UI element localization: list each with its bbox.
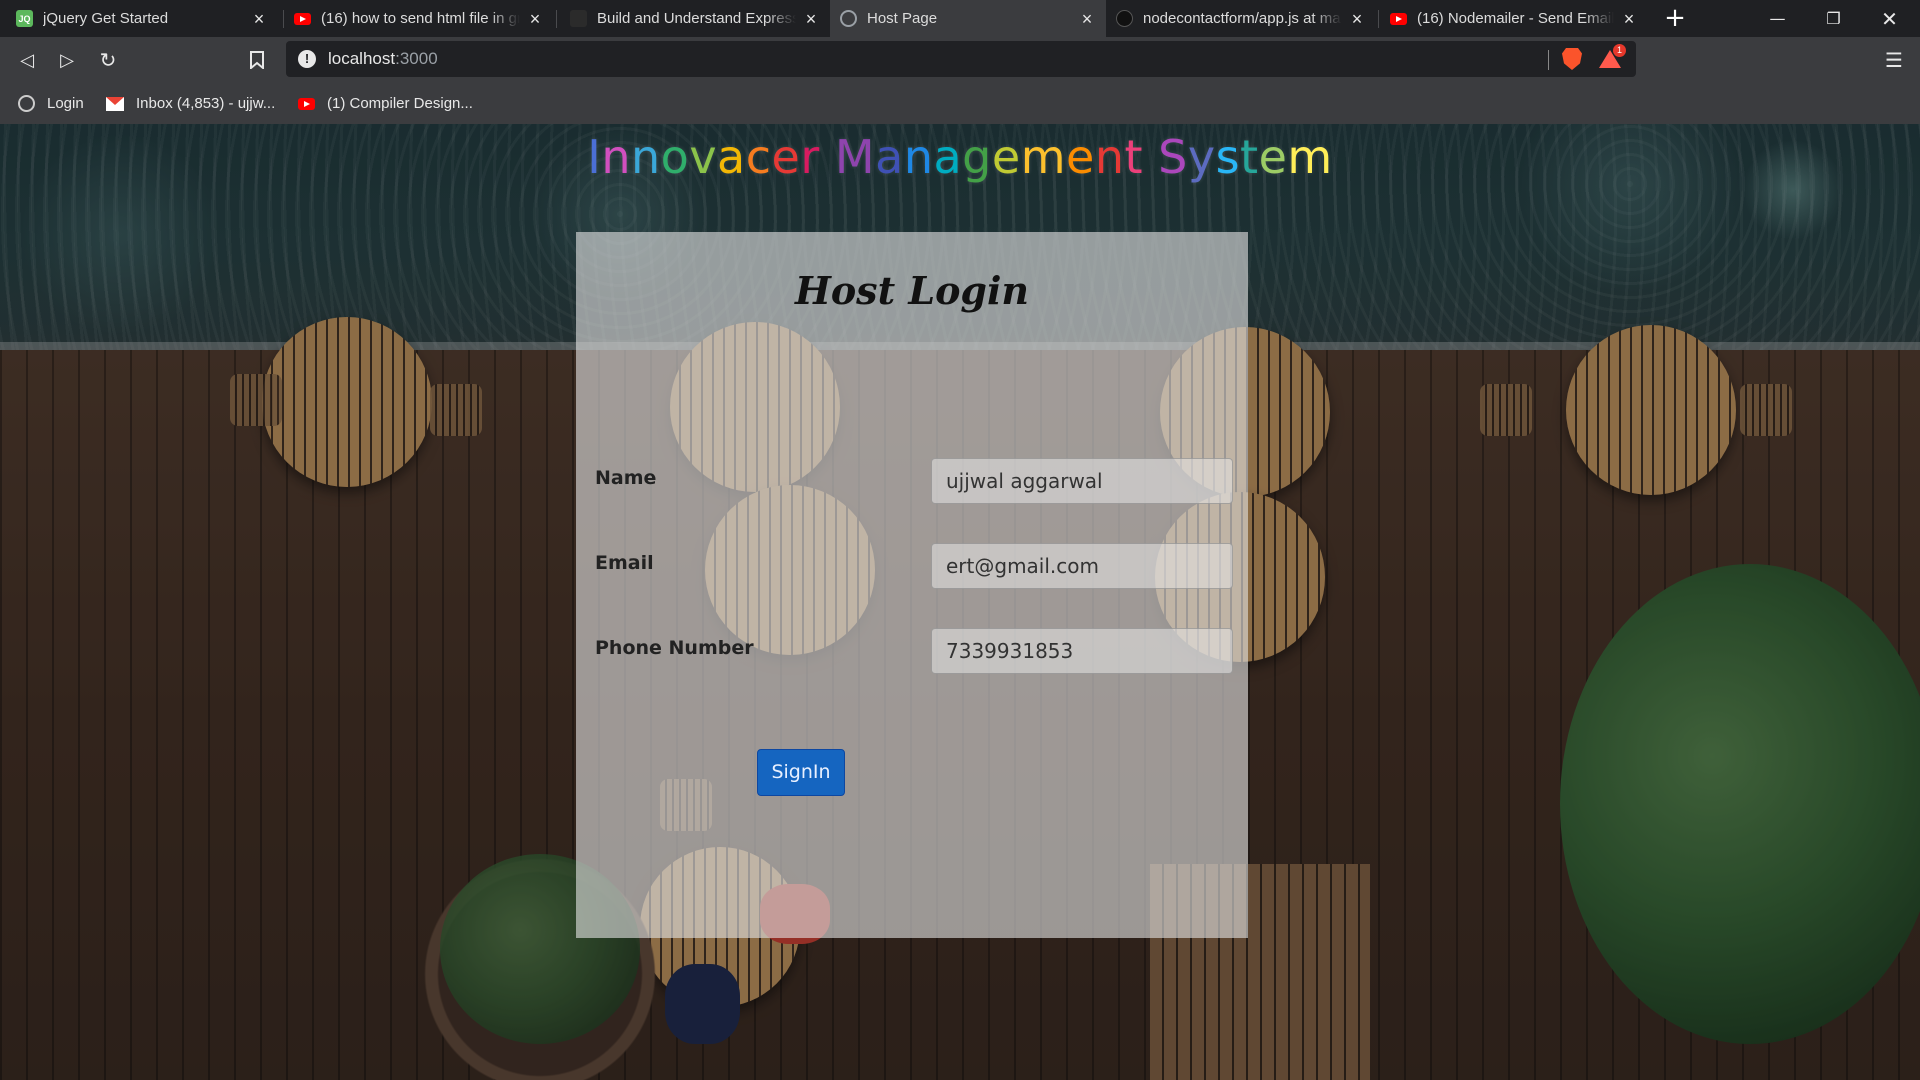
- bookmark-compiler-design[interactable]: (1) Compiler Design...: [298, 83, 473, 124]
- site-title-letter: M: [834, 130, 876, 184]
- tab-title: Build and Understand Express: [597, 10, 796, 27]
- site-title-letter: s: [1215, 130, 1241, 184]
- github-favicon-icon: [1116, 10, 1133, 27]
- jquery-favicon-icon: JQ: [16, 10, 33, 27]
- phone-label: Phone Number: [595, 637, 754, 659]
- minimize-icon[interactable]: —: [1750, 0, 1805, 37]
- site-title-letter: S: [1158, 130, 1188, 184]
- tab-strip: JQ jQuery Get Started × (16) how to send…: [0, 0, 1920, 37]
- browser-menu-icon[interactable]: ☰: [1880, 46, 1908, 74]
- site-title-letter: t: [1124, 130, 1144, 184]
- site-title-letter: g: [962, 130, 992, 184]
- close-tab-icon[interactable]: ×: [250, 10, 268, 28]
- browser-toolbar: ◁ ▷ ↻ ! localhost:3000 1 ☰: [0, 37, 1920, 83]
- close-tab-icon[interactable]: ×: [1348, 10, 1366, 28]
- site-title-letter: o: [660, 130, 690, 184]
- site-title-letter: c: [745, 130, 772, 184]
- login-heading: Host Login: [794, 268, 1030, 313]
- site-title-letter: a: [933, 130, 963, 184]
- rewards-badge: 1: [1613, 44, 1626, 57]
- tab-separator: [1378, 10, 1379, 28]
- url-path: :3000: [395, 49, 438, 68]
- bookmarks-bar: Login Inbox (4,853) - ujjw... (1) Compil…: [0, 83, 1920, 124]
- tab-title: (16) Nodemailer - Send Emails: [1417, 10, 1614, 27]
- site-title-letter: y: [1187, 130, 1216, 184]
- bookmark-label: Inbox (4,853) - ujjw...: [136, 95, 276, 112]
- close-tab-icon[interactable]: ×: [1078, 10, 1096, 28]
- gmail-icon: [106, 96, 124, 111]
- email-label: Email: [595, 552, 654, 574]
- tab-express[interactable]: Build and Understand Express ×: [560, 0, 830, 37]
- site-title-letter: n: [1094, 130, 1125, 184]
- back-icon[interactable]: ◁: [11, 44, 43, 76]
- site-title-letter: a: [717, 130, 746, 184]
- signin-button[interactable]: SignIn: [757, 749, 845, 796]
- address-bar[interactable]: ! localhost:3000 1: [286, 41, 1636, 77]
- globe-favicon-icon: [570, 10, 587, 27]
- restore-icon[interactable]: ❐: [1806, 0, 1861, 37]
- close-tab-icon[interactable]: ×: [526, 10, 544, 28]
- window-close-icon[interactable]: ✕: [1862, 0, 1917, 37]
- close-tab-icon[interactable]: ×: [802, 10, 820, 28]
- site-title-letter: n: [631, 130, 661, 184]
- site-title-letter: [820, 130, 835, 184]
- site-title-letter: I: [587, 130, 602, 184]
- site-title-letter: [1143, 130, 1158, 184]
- globe-icon: [18, 95, 35, 112]
- youtube-icon: [298, 97, 315, 110]
- site-title-letter: n: [903, 130, 934, 184]
- url-host: localhost: [328, 49, 396, 68]
- name-label: Name: [595, 467, 657, 489]
- page-viewport: Innovacer Management System Host Login N…: [0, 124, 1920, 1080]
- site-title: Innovacer Management System: [0, 130, 1920, 184]
- bookmark-inbox[interactable]: Inbox (4,853) - ujjw...: [106, 83, 275, 124]
- site-title-letter: r: [800, 130, 820, 184]
- tab-nodemailer[interactable]: (16) Nodemailer - Send Emails ×: [1380, 0, 1648, 37]
- site-title-letter: m: [1020, 130, 1066, 184]
- tab-separator: [556, 10, 557, 28]
- site-title-letter: e: [991, 130, 1021, 184]
- site-title-letter: n: [601, 130, 631, 184]
- bookmark-icon[interactable]: [241, 44, 273, 76]
- site-title-letter: t: [1240, 130, 1259, 184]
- site-title-letter: e: [1066, 130, 1095, 184]
- globe-favicon-icon: [840, 10, 857, 27]
- youtube-favicon-icon: [1390, 12, 1407, 25]
- site-title-letter: m: [1287, 130, 1333, 184]
- phone-input[interactable]: 7339931853: [931, 628, 1233, 674]
- close-tab-icon[interactable]: ×: [1620, 10, 1638, 28]
- tab-youtube-html[interactable]: (16) how to send html file in gr ×: [284, 0, 554, 37]
- url-text: localhost:3000: [328, 41, 438, 77]
- login-card: Host Login Name ujjwal aggarwal Email er…: [576, 232, 1248, 938]
- tab-host-page[interactable]: Host Page ×: [830, 0, 1106, 37]
- site-title-letter: v: [689, 130, 718, 184]
- bookmark-login[interactable]: Login: [18, 83, 84, 124]
- new-tab-button[interactable]: +: [1661, 5, 1689, 33]
- forward-icon[interactable]: ▷: [51, 44, 83, 76]
- brave-shields-icon[interactable]: [1562, 48, 1582, 70]
- name-input[interactable]: ujjwal aggarwal: [931, 458, 1233, 504]
- reload-icon[interactable]: ↻: [92, 44, 124, 76]
- site-title-letter: e: [1258, 130, 1288, 184]
- tab-jquery[interactable]: JQ jQuery Get Started ×: [6, 0, 278, 37]
- tab-github[interactable]: nodecontactform/app.js at ma ×: [1106, 0, 1376, 37]
- tab-title: Host Page: [867, 10, 938, 27]
- tab-title: (16) how to send html file in gr: [321, 10, 520, 27]
- youtube-favicon-icon: [294, 12, 311, 25]
- bookmark-label: Login: [47, 95, 84, 112]
- bookmark-label: (1) Compiler Design...: [327, 95, 473, 112]
- email-input[interactable]: ert@gmail.com: [931, 543, 1233, 589]
- tab-title: nodecontactform/app.js at ma: [1143, 10, 1341, 27]
- site-info-icon[interactable]: !: [298, 50, 316, 68]
- address-divider: [1548, 50, 1549, 70]
- tab-title: jQuery Get Started: [43, 10, 169, 27]
- site-title-letter: a: [875, 130, 904, 184]
- site-title-letter: e: [771, 130, 801, 184]
